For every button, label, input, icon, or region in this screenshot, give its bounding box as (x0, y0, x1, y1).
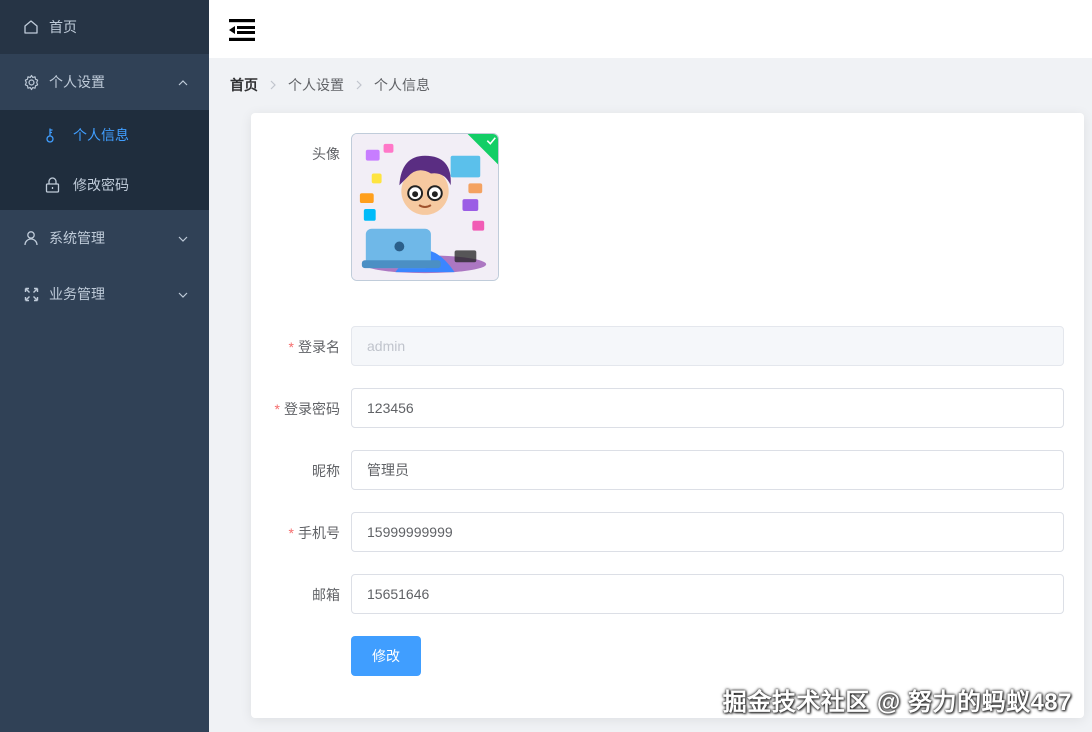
gear-icon (22, 73, 40, 91)
avatar-image (352, 134, 498, 280)
sidebar-subitem-label: 修改密码 (73, 177, 129, 193)
breadcrumb-item-home[interactable]: 首页 (230, 75, 258, 95)
password-input[interactable] (351, 388, 1064, 428)
sidebar-item-personal-settings[interactable]: 个人设置 (0, 54, 209, 110)
password-label: * 登录密码 (220, 399, 340, 419)
nickname-label: 昵称 (220, 461, 340, 481)
top-navbar (209, 0, 1092, 58)
sidebar: 首页 个人设置 个人信息 修改密码 系统管理 业务管理 (0, 0, 209, 732)
chevron-right-icon (354, 80, 364, 90)
sidebar-item-label: 系统管理 (49, 230, 105, 246)
breadcrumb: 首页 个人设置 个人信息 (230, 76, 430, 94)
chevron-right-icon (268, 80, 278, 90)
phone-input[interactable] (351, 512, 1064, 552)
sidebar-item-business-management[interactable]: 业务管理 (0, 266, 209, 322)
sidebar-item-label: 首页 (49, 19, 77, 35)
chevron-down-icon (177, 232, 189, 244)
key-icon (44, 127, 60, 143)
breadcrumb-item-personal-settings: 个人设置 (288, 77, 344, 93)
login-name-label-text: 登录名 (298, 339, 340, 355)
email-input[interactable] (351, 574, 1064, 614)
check-icon (486, 137, 496, 145)
lock-icon (44, 177, 60, 193)
expand-icon (22, 285, 40, 303)
login-name-input[interactable] (351, 326, 1064, 366)
nickname-input[interactable] (351, 450, 1064, 490)
chevron-down-icon (177, 288, 189, 300)
avatar-label: 头像 (220, 144, 340, 164)
breadcrumb-item-profile: 个人信息 (374, 77, 430, 93)
avatar-label-text: 头像 (312, 146, 340, 162)
sidebar-subitem-profile[interactable]: 个人信息 (0, 110, 209, 160)
submenu-personal-settings: 个人信息 修改密码 (0, 110, 209, 210)
sidebar-item-label: 个人设置 (49, 74, 105, 90)
required-asterisk: * (288, 339, 294, 355)
chevron-up-icon (177, 76, 189, 88)
sidebar-item-system-management[interactable]: 系统管理 (0, 210, 209, 266)
phone-label-text: 手机号 (298, 525, 340, 541)
collapse-menu-icon[interactable] (229, 18, 255, 42)
sidebar-item-home[interactable]: 首页 (0, 0, 209, 54)
sidebar-subitem-change-password[interactable]: 修改密码 (0, 160, 209, 210)
required-asterisk: * (288, 525, 294, 541)
required-asterisk: * (274, 401, 280, 417)
home-icon (22, 18, 40, 36)
user-icon (22, 229, 40, 247)
submit-button[interactable]: 修改 (351, 636, 421, 676)
profile-form-card: 头像 * 登录名 admin * 登录密码 123456 昵称 管理员 * 手机… (251, 113, 1084, 718)
email-label-text: 邮箱 (312, 587, 340, 603)
sidebar-item-label: 业务管理 (49, 286, 105, 302)
avatar-upload[interactable] (351, 133, 499, 281)
watermark: 掘金技术社区 @ 努力的蚂蚁487 (722, 689, 1072, 716)
password-label-text: 登录密码 (284, 401, 340, 417)
phone-label: * 手机号 (220, 523, 340, 543)
email-label: 邮箱 (220, 585, 340, 605)
nickname-label-text: 昵称 (312, 463, 340, 479)
sidebar-subitem-label: 个人信息 (73, 127, 129, 143)
login-name-label: * 登录名 (220, 337, 340, 357)
